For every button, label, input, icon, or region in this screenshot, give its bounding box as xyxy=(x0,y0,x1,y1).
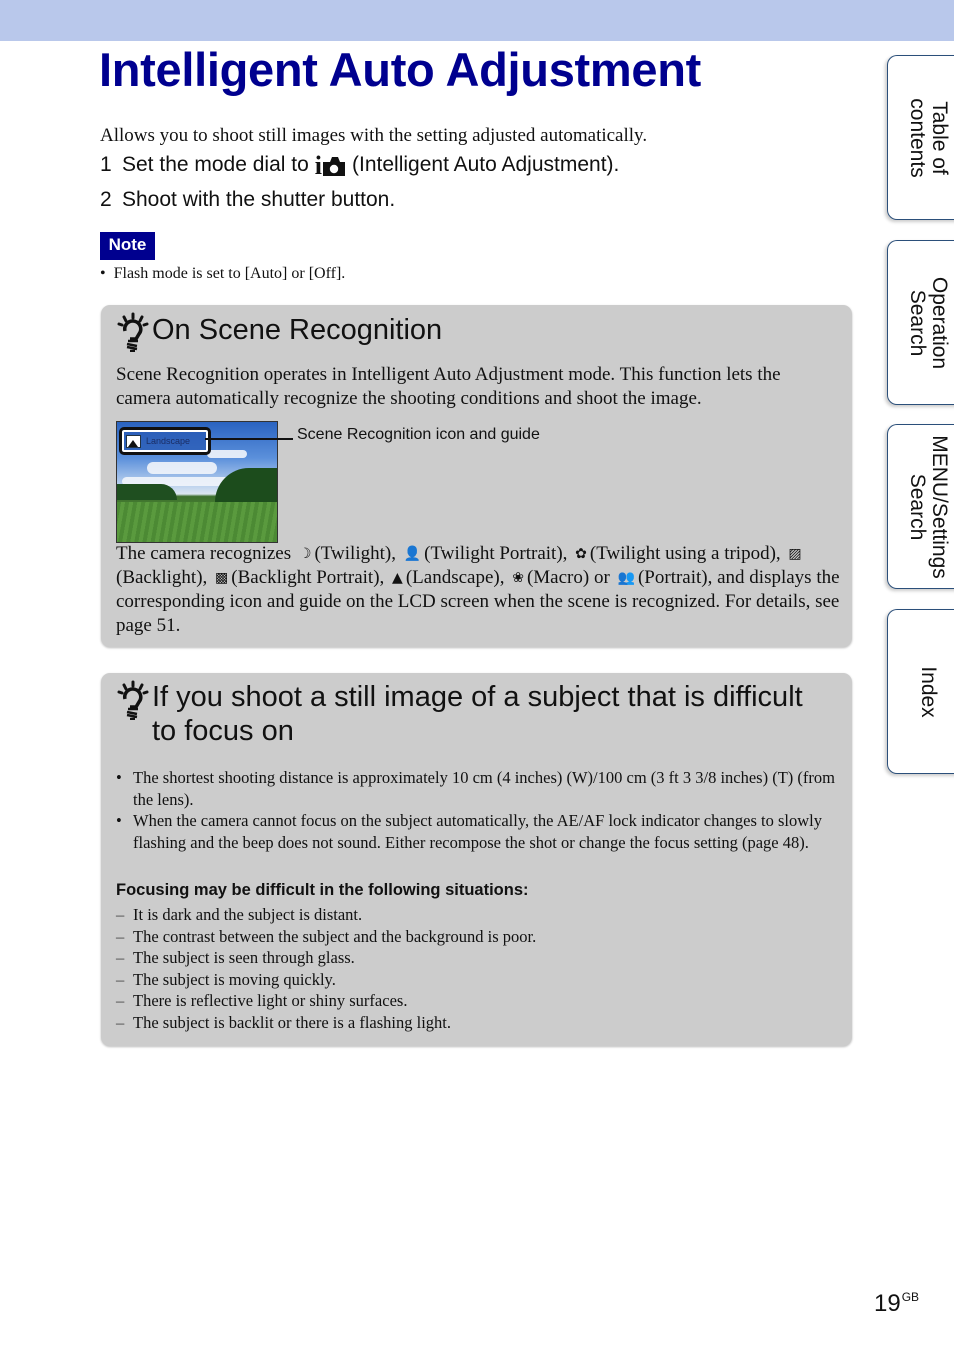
focus-bullets: The shortest shooting distance is approx… xyxy=(116,767,836,853)
twilight-portrait-icon: 👤 xyxy=(403,546,422,562)
step-number: 1 xyxy=(100,153,112,176)
twilight-tripod-icon: ✿ xyxy=(575,546,587,562)
page-number: 19GB xyxy=(874,1290,920,1317)
backlight-icon: ▨ xyxy=(788,546,802,562)
scene-recognition-panel: On Scene Recognition Scene Recognition o… xyxy=(101,305,852,647)
hint-bulb-icon xyxy=(117,312,149,352)
list-item: The contrast between the subject and the… xyxy=(116,926,536,948)
backlight-portrait-icon: ▩ xyxy=(215,570,229,586)
tab-menu-settings-search[interactable]: MENU/Settings Search xyxy=(887,424,954,589)
step-text: Shoot with the shutter button. xyxy=(122,188,396,211)
list-item: The shortest shooting distance is approx… xyxy=(116,767,836,810)
situations-list: It is dark and the subject is distant. T… xyxy=(116,904,536,1033)
macro-icon: ❀ xyxy=(512,570,524,586)
panel-heading: On Scene Recognition xyxy=(116,312,442,352)
page-title: Intelligent Auto Adjustment xyxy=(99,43,701,96)
situations-heading: Focusing may be difficult in the followi… xyxy=(116,881,529,899)
note-badge: Note xyxy=(100,232,155,260)
panel-body: Scene Recognition operates in Intelligen… xyxy=(116,364,781,409)
tab-table-of-contents[interactable]: Table of contents xyxy=(887,55,954,220)
tab-index[interactable]: Index xyxy=(887,609,954,774)
step-2: 2 Shoot with the shutter button. xyxy=(100,188,395,212)
panel-title: On Scene Recognition xyxy=(152,314,443,346)
panel-title: If you shoot a still image of a subject … xyxy=(152,681,803,747)
note-item: • Flash mode is set to [Auto] or [Off]. xyxy=(100,265,346,282)
list-item: The subject is backlit or there is a fla… xyxy=(116,1012,536,1034)
step-text: Set the mode dial to xyxy=(122,153,309,176)
twilight-icon: ☽ xyxy=(298,546,312,562)
camera-icon xyxy=(323,157,346,176)
step-1: 1 Set the mode dial to i (Intelligent Au… xyxy=(100,153,620,179)
list-item: It is dark and the subject is distant. xyxy=(116,904,536,926)
list-item: When the camera cannot focus on the subj… xyxy=(116,810,836,853)
image-caption: Scene Recognition icon and guide xyxy=(297,426,540,443)
portrait-icon: 👥 xyxy=(617,570,635,586)
list-item: There is reflective light or shiny surfa… xyxy=(116,990,536,1012)
list-item: The subject is moving quickly. xyxy=(116,969,536,991)
intro-text: Allows you to shoot still images with th… xyxy=(100,125,648,146)
panel-heading: If you shoot a still image of a subject … xyxy=(116,680,803,748)
tab-operation-search[interactable]: Operation Search xyxy=(887,240,954,405)
list-item: The subject is seen through glass. xyxy=(116,947,536,969)
difficult-focus-panel: If you shoot a still image of a subject … xyxy=(101,673,852,1046)
step-number: 2 xyxy=(100,188,112,211)
top-banner xyxy=(0,0,954,41)
landscape-icon xyxy=(126,434,141,448)
scene-guide-overlay: Landscape xyxy=(119,427,211,455)
landscape-icon: ▲ xyxy=(392,570,403,586)
callout-line xyxy=(205,438,293,440)
step-text-end: (Intelligent Auto Adjustment). xyxy=(352,153,620,176)
hint-bulb-icon xyxy=(117,680,149,720)
scene-list-text: The camera recognizes ☽ (Twilight), 👤 (Twi… xyxy=(116,543,840,636)
intelligent-auto-icon: i xyxy=(315,153,346,179)
